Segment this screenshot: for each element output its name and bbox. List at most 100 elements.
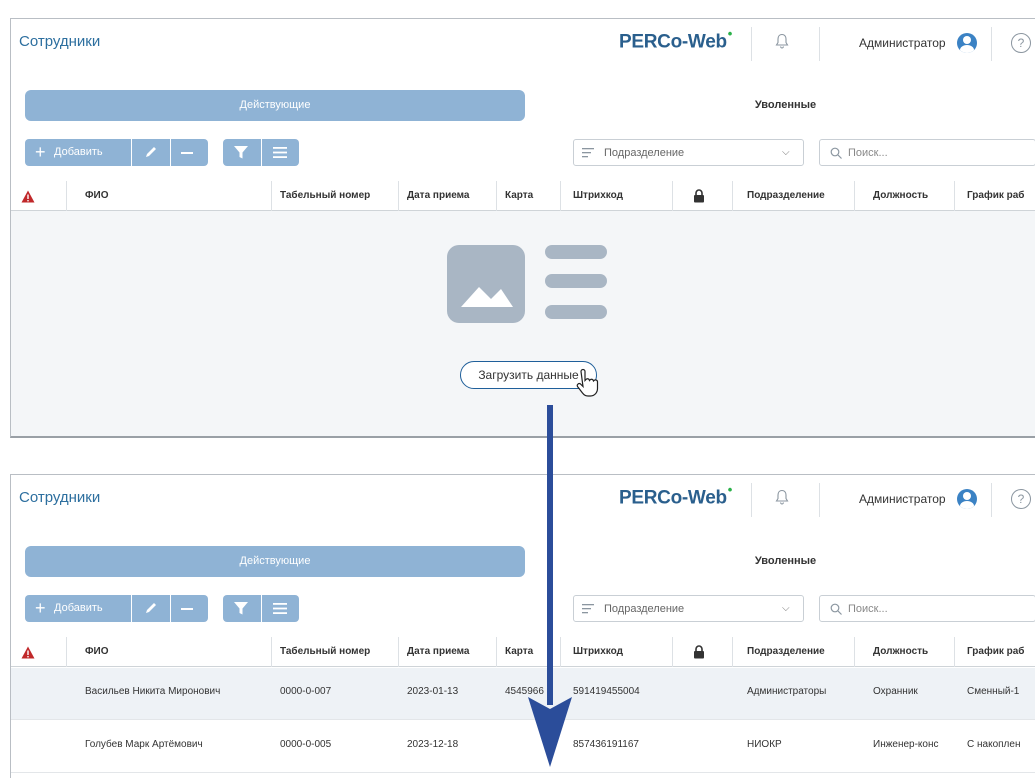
warning-icon xyxy=(21,190,35,203)
app-logo: PERCo-Web• xyxy=(619,26,733,53)
column-lock[interactable] xyxy=(673,637,733,667)
column-card[interactable]: Карта xyxy=(497,637,561,667)
filter-icon[interactable] xyxy=(233,601,249,616)
menu-icon[interactable] xyxy=(273,602,287,615)
column-lock[interactable] xyxy=(673,181,733,211)
page-title: Сотрудники xyxy=(19,489,101,506)
cell-schedule: Сменный-1 xyxy=(967,686,1020,697)
cell-department: Администраторы xyxy=(747,686,827,697)
button-divider xyxy=(170,139,171,166)
cell-barcode: 857436191167 xyxy=(573,739,639,750)
column-fio[interactable]: ФИО xyxy=(67,637,272,667)
cell-position: Инженер-конс xyxy=(873,739,939,750)
column-schedule[interactable]: График раб xyxy=(955,181,1035,211)
column-barcode[interactable]: Штрихкод xyxy=(561,181,673,211)
help-icon[interactable]: ? xyxy=(1011,489,1031,509)
column-barcode[interactable]: Штрихкод xyxy=(561,637,673,667)
tab-dismissed-employees[interactable]: Уволенные xyxy=(535,90,1035,121)
cell-barcode: 591419455004 xyxy=(573,686,640,697)
menu-icon[interactable] xyxy=(273,146,287,159)
column-personnel-number[interactable]: Табельный номер xyxy=(272,637,399,667)
plus-icon[interactable]: + xyxy=(35,141,46,163)
table-row[interactable]: Васильев Никита Миронович 0000-0-007 202… xyxy=(11,668,1035,720)
logo-text: PERCo-Web xyxy=(619,487,727,509)
button-divider xyxy=(131,139,132,166)
button-divider xyxy=(261,595,262,622)
pencil-icon[interactable] xyxy=(143,144,159,160)
page-title: Сотрудники xyxy=(19,33,101,50)
help-icon[interactable]: ? xyxy=(1011,33,1031,53)
column-warning[interactable] xyxy=(11,637,67,667)
tab-bar: Действующие Уволенные xyxy=(25,90,1035,121)
column-card[interactable]: Карта xyxy=(497,181,561,211)
app-header: Сотрудники PERCo-Web• Администратор ? xyxy=(11,19,1035,69)
pencil-icon[interactable] xyxy=(143,600,159,616)
toolbar: + Добавить Подразделение ⌵ Поиск... xyxy=(25,139,1035,166)
column-fio[interactable]: ФИО xyxy=(67,181,272,211)
column-personnel-number[interactable]: Табельный номер xyxy=(272,181,399,211)
column-position[interactable]: Должность xyxy=(855,181,955,211)
minus-icon[interactable] xyxy=(181,152,193,154)
column-hire-date[interactable]: Дата приема xyxy=(399,181,497,211)
department-select-value: Подразделение xyxy=(604,603,685,615)
cell-hire-date: 2023-01-13 xyxy=(407,686,459,697)
filter-icon[interactable] xyxy=(233,145,249,160)
logo-dot: • xyxy=(727,482,733,497)
lock-icon xyxy=(694,645,704,659)
cell-position: Охранник xyxy=(873,686,918,697)
empty-state: Загрузить данные xyxy=(11,211,1035,436)
user-name[interactable]: Администратор xyxy=(859,36,946,50)
cell-fio: Васильев Никита Миронович xyxy=(85,686,221,697)
tab-dismissed-employees[interactable]: Уволенные xyxy=(535,546,1035,577)
hand-cursor-icon xyxy=(576,368,599,397)
logo-text: PERCo-Web xyxy=(619,31,727,53)
employees-panel-before: Сотрудники PERCo-Web• Администратор ? Де… xyxy=(10,18,1035,438)
logo-dot: • xyxy=(727,26,733,41)
search-field[interactable]: Поиск... xyxy=(819,139,1035,166)
cell-fio: Голубев Марк Артёмович xyxy=(85,739,203,750)
header-divider xyxy=(991,27,992,61)
button-divider xyxy=(131,595,132,622)
button-divider xyxy=(261,139,262,166)
user-avatar-icon[interactable] xyxy=(957,33,977,53)
user-name[interactable]: Администратор xyxy=(859,492,946,506)
column-position[interactable]: Должность xyxy=(855,637,955,667)
column-department[interactable]: Подразделение xyxy=(733,637,855,667)
minus-icon[interactable] xyxy=(181,608,193,610)
cell-department: НИОКР xyxy=(747,739,782,750)
department-select[interactable]: Подразделение ⌵ xyxy=(573,595,804,622)
search-input[interactable]: Поиск... xyxy=(848,603,888,615)
cell-personnel-number: 0000-0-005 xyxy=(280,739,332,750)
image-placeholder-icon xyxy=(447,245,607,323)
table-header: ФИО Табельный номер Дата приема Карта Шт… xyxy=(11,181,1035,211)
bell-icon[interactable] xyxy=(775,489,789,505)
search-input[interactable]: Поиск... xyxy=(848,147,888,159)
column-warning[interactable] xyxy=(11,181,67,211)
user-avatar-icon[interactable] xyxy=(957,489,977,509)
bell-icon[interactable] xyxy=(775,33,789,49)
table-header: ФИО Табельный номер Дата приема Карта Шт… xyxy=(11,637,1035,667)
plus-icon[interactable]: + xyxy=(35,597,46,619)
button-divider xyxy=(170,595,171,622)
header-divider xyxy=(751,27,752,61)
cell-hire-date: 2023-12-18 xyxy=(407,739,459,750)
header-divider xyxy=(819,483,820,517)
column-department[interactable]: Подразделение xyxy=(733,181,855,211)
toolbar: + Добавить Подразделение ⌵ Поиск... xyxy=(25,595,1035,622)
search-icon xyxy=(830,603,842,615)
filter-button-group xyxy=(223,139,299,166)
add-button[interactable]: Добавить xyxy=(54,146,103,158)
employees-panel-after: Сотрудники PERCo-Web• Администратор ? Де… xyxy=(10,474,1035,778)
department-select[interactable]: Подразделение ⌵ xyxy=(573,139,804,166)
cell-schedule: С накоплен xyxy=(967,739,1021,750)
column-schedule[interactable]: График раб xyxy=(955,637,1035,667)
tab-active-employees[interactable]: Действующие xyxy=(25,546,525,577)
chevron-down-icon: ⌵ xyxy=(782,147,790,158)
search-field[interactable]: Поиск... xyxy=(819,595,1035,622)
add-button[interactable]: Добавить xyxy=(54,602,103,614)
tab-bar: Действующие Уволенные xyxy=(25,546,1035,577)
add-button-group: + Добавить xyxy=(25,139,208,166)
table-row[interactable]: Голубев Марк Артёмович 0000-0-005 2023-1… xyxy=(11,721,1035,773)
tab-active-employees[interactable]: Действующие xyxy=(25,90,525,121)
column-hire-date[interactable]: Дата приема xyxy=(399,637,497,667)
